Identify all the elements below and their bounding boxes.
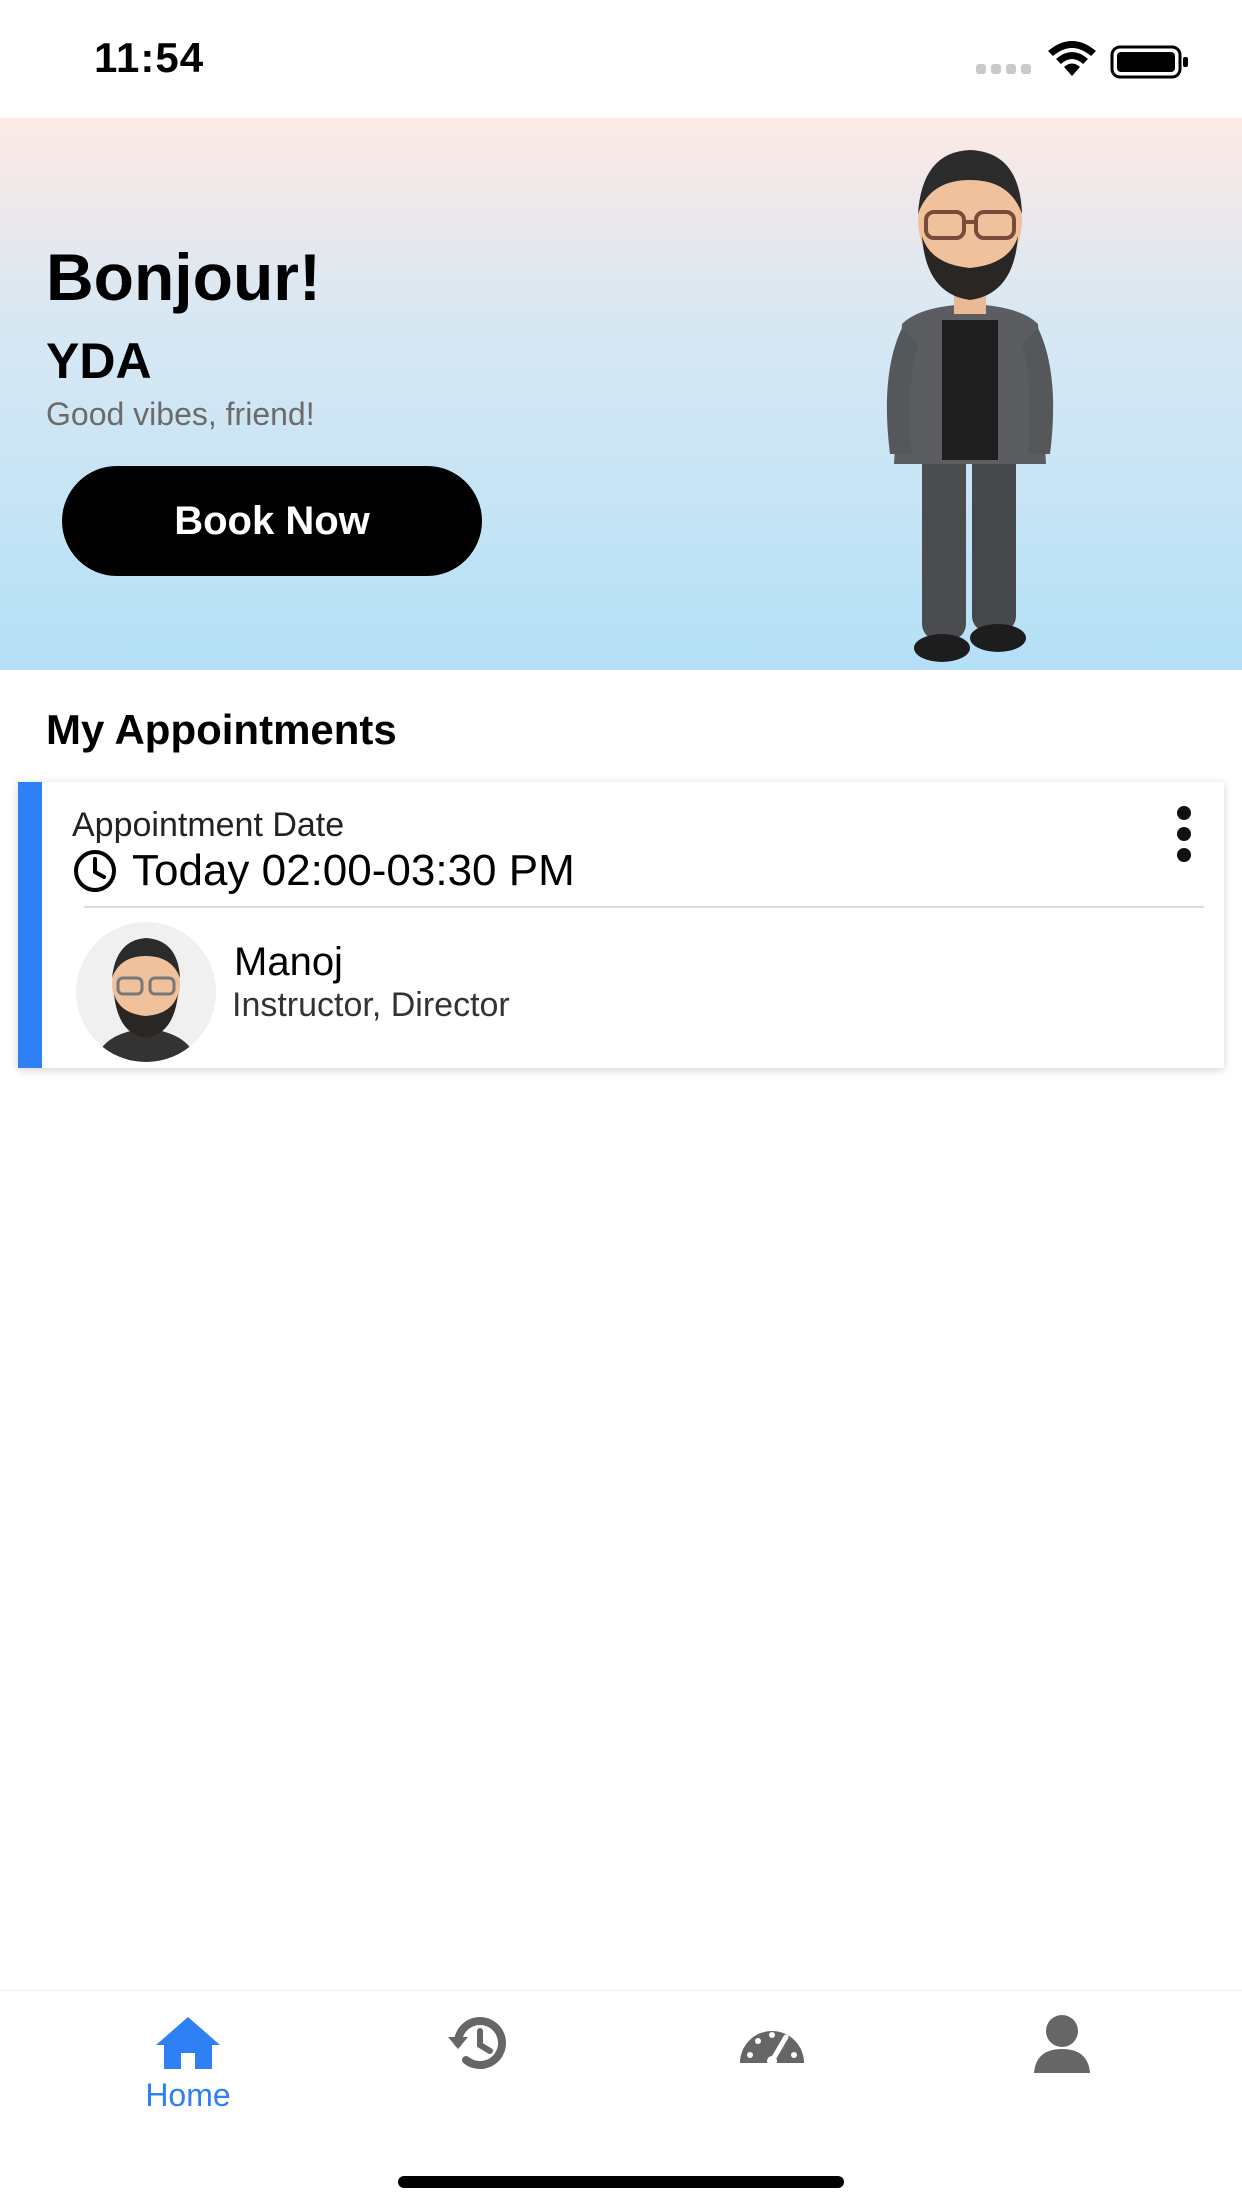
appointment-card[interactable]: Appointment Date Today 02:00-03:30 PM Ma… <box>18 782 1224 1068</box>
home-icon <box>156 2017 220 2069</box>
status-bar: 11:54 <box>0 0 1242 118</box>
history-icon <box>448 2017 506 2070</box>
appointment-date-label: Appointment Date <box>72 806 345 844</box>
profile-icon <box>1034 2015 1090 2073</box>
appointment-time: Today 02:00-03:30 PM <box>132 846 575 895</box>
hero-banner: Bonjour! YDA Good vibes, friend! Book No… <box>0 118 1242 670</box>
more-options-icon[interactable] <box>1170 806 1198 862</box>
tab-history[interactable] <box>398 2011 558 2131</box>
tab-profile[interactable] <box>982 2011 1142 2131</box>
battery-icon <box>1110 45 1188 79</box>
user-name: YDA <box>46 333 152 389</box>
wifi-icon <box>1048 41 1096 76</box>
home-indicator <box>398 2176 844 2188</box>
greeting-tagline: Good vibes, friend! <box>46 396 315 432</box>
dashboard-icon <box>740 2031 804 2066</box>
instructor-name: Manoj <box>234 940 343 984</box>
greeting-title: Bonjour! <box>46 240 321 314</box>
tab-home-label: Home <box>145 2077 231 2113</box>
instructor-role: Instructor, Director <box>232 986 510 1024</box>
cellular-signal-icon <box>976 64 1031 74</box>
clock-icon <box>74 850 116 892</box>
book-now-button[interactable]: Book Now <box>62 466 482 576</box>
card-accent-bar <box>18 782 42 1068</box>
card-divider <box>84 906 1204 908</box>
appointments-section-title: My Appointments <box>46 706 397 753</box>
tab-dashboard[interactable] <box>692 2011 852 2131</box>
tab-home[interactable]: Home <box>108 2011 268 2131</box>
avatar-illustration <box>886 150 1054 662</box>
instructor-avatar <box>76 922 216 1062</box>
status-time: 11:54 <box>94 34 205 81</box>
appointment-time-row: Today 02:00-03:30 PM <box>72 846 575 896</box>
